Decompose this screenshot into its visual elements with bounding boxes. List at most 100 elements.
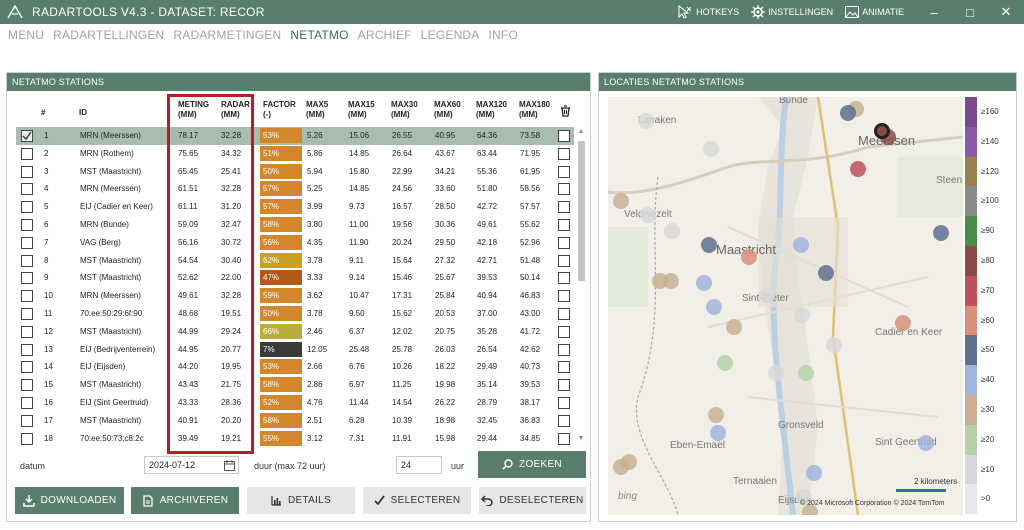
row-delete-checkbox[interactable] [558,254,570,267]
station-marker[interactable] [706,299,722,315]
table-row[interactable]: 10 MRN (Meerssen) 49.61 32.28 3.62 10.47 17.31… [16,287,574,305]
station-marker[interactable] [701,237,717,253]
table-row[interactable]: 8 MST (Maastricht) 54.54 30.40 3.78 9.11 15.64… [16,252,574,270]
station-marker[interactable] [918,435,934,451]
station-marker[interactable] [850,161,866,177]
row-checkbox[interactable] [21,397,33,409]
station-marker[interactable] [664,223,680,239]
menu-item-info[interactable]: INFO [489,28,518,42]
station-marker[interactable] [613,459,629,475]
row-delete-checkbox[interactable] [558,432,570,445]
menu-item-archief[interactable]: ARCHIEF [358,28,412,42]
row-checkbox[interactable] [21,361,33,374]
station-marker[interactable] [933,225,949,241]
table-row[interactable]: 12 MST (Maastricht) 44.99 29.24 2.46 6.37 12.0… [16,323,574,341]
row-checkbox[interactable] [21,165,33,178]
station-marker[interactable] [741,249,757,265]
row-checkbox[interactable] [21,308,33,320]
menu-item-radartellingen[interactable]: RADARTELLINGEN [53,28,164,42]
row-delete-checkbox[interactable] [558,397,570,409]
row-checkbox[interactable] [21,432,33,445]
table-row[interactable]: 17 MST (Maastricht) 40.91 20.20 2.51 6.28 10.3… [16,412,574,430]
download-button[interactable]: DOWNLOADEN [15,487,124,514]
table-row[interactable]: 9 MST (Maastricht) 52.62 22.00 3.33 9.14 15.46… [16,269,574,287]
scroll-thumb[interactable] [578,141,585,281]
station-marker[interactable] [726,319,742,335]
station-marker[interactable] [794,307,810,323]
station-marker[interactable] [759,287,775,303]
row-checkbox[interactable] [21,130,33,142]
table-row[interactable]: 6 MRN (Bunde) 59.09 32.47 3.80 11.00 19.56 30.3… [16,216,574,234]
station-marker[interactable] [613,193,629,209]
table-row[interactable]: 13 EIJ (Bedrijventerrein) 44.95 20.77 12.05 2… [16,341,574,359]
scroll-up-icon[interactable]: ▲ [576,127,586,137]
station-marker[interactable] [640,207,656,223]
duur-field[interactable]: 24 [396,456,442,474]
station-marker[interactable] [768,365,784,381]
row-delete-checkbox[interactable] [558,272,570,285]
minimize-button[interactable]: – [916,0,952,24]
menu-item-menu[interactable]: MENU [8,28,44,42]
table-row[interactable]: 2 MRN (Rothem) 75.65 34.32 5.86 14.85 26.64 43.… [16,145,574,163]
row-delete-checkbox[interactable] [558,219,570,231]
select-button[interactable]: SELECTEREN [363,487,471,514]
station-marker[interactable] [717,355,733,371]
table-row[interactable]: 14 EIJ (Eijsden) 44.20 19.95 2.66 6.76 10.26 18… [16,358,574,376]
station-marker[interactable] [806,465,822,481]
maximize-button[interactable]: □ [952,0,988,24]
station-marker[interactable] [663,273,679,289]
table-row[interactable]: 18 70:ee:50:73:c8:2c 39.49 19.21 3.12 7.31 11.… [16,430,574,448]
row-checkbox[interactable] [21,236,33,249]
row-delete-checkbox[interactable] [558,361,570,374]
station-marker[interactable] [793,237,809,253]
station-marker[interactable] [708,407,724,423]
row-delete-checkbox[interactable] [558,165,570,178]
row-checkbox[interactable] [21,325,33,338]
calendar-icon[interactable] [224,460,235,471]
table-row[interactable]: 1 MRN (Meerssen) 78.17 32.28 5.26 15.06 26.55 4… [16,127,574,145]
row-checkbox[interactable] [21,219,33,231]
table-row[interactable]: 4 MRN (Meerssen) 61.51 32.28 5.25 14.85 24.56 3… [16,180,574,198]
station-marker[interactable] [840,105,856,121]
station-marker[interactable] [826,337,842,353]
station-marker[interactable] [895,315,911,331]
row-delete-checkbox[interactable] [558,130,570,142]
row-checkbox[interactable] [21,290,33,303]
row-checkbox[interactable] [21,183,33,196]
table-row[interactable]: 5 EIJ (Cadier en Keer) 61.11 31.20 3.99 9.73 1… [16,198,574,216]
table-row[interactable]: 7 VAG (Berg) 56.16 30.72 4.35 11.90 20.24 29.50… [16,234,574,252]
selected-station-marker[interactable] [874,123,890,139]
station-marker[interactable] [703,141,719,157]
menu-item-radarmetingen[interactable]: RADARMETINGEN [173,28,281,42]
row-delete-checkbox[interactable] [558,379,570,392]
row-delete-checkbox[interactable] [558,147,570,160]
row-delete-checkbox[interactable] [558,325,570,338]
datum-field[interactable]: 2024-07-12 [144,456,239,474]
station-map[interactable]: BundeLanakenMeerssenVeldwezeltMaastricht… [608,97,963,515]
station-marker[interactable] [710,425,726,441]
table-scrollbar[interactable]: ▲ ▼ [576,127,586,444]
row-delete-checkbox[interactable] [558,183,570,196]
row-checkbox[interactable] [21,201,33,214]
settings-button[interactable]: INSTELLINGEN [751,5,833,19]
row-delete-checkbox[interactable] [558,201,570,214]
row-checkbox[interactable] [21,272,33,285]
search-button[interactable]: ZOEKEN [478,451,586,478]
row-checkbox[interactable] [21,379,33,392]
table-row[interactable]: 15 MST (Maastricht) 43.43 21.75 2.86 6.97 11.2… [16,376,574,394]
trash-icon[interactable] [560,105,571,120]
hotkeys-button[interactable]: HOTKEYS [677,5,739,19]
animation-button[interactable]: ANIMATIE [845,6,904,18]
menu-item-netatmo[interactable]: NETATMO [290,28,348,42]
row-delete-checkbox[interactable] [558,290,570,303]
scroll-down-icon[interactable]: ▼ [576,434,586,444]
row-delete-checkbox[interactable] [558,343,570,356]
table-row[interactable]: 11 70:ee:50:29:6f:90 48.68 19.51 3.78 9.50 15.… [16,305,574,323]
row-delete-checkbox[interactable] [558,414,570,427]
row-delete-checkbox[interactable] [558,308,570,320]
details-button[interactable]: DETAILS [247,487,355,514]
row-delete-checkbox[interactable] [558,236,570,249]
station-marker[interactable] [696,275,712,291]
deselect-button[interactable]: DESELECTEREN [479,487,586,514]
row-checkbox[interactable] [21,147,33,160]
